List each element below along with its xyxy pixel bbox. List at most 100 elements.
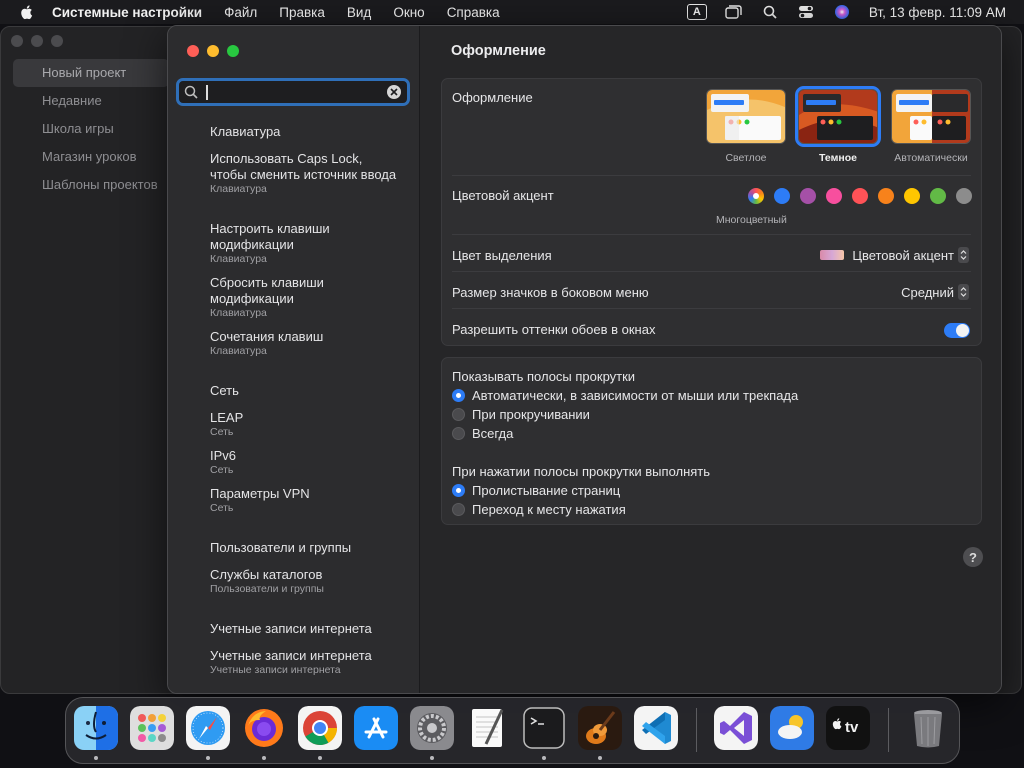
result-title: LEAP [210, 410, 244, 425]
garageband-icon[interactable] [578, 706, 622, 750]
minimize-button[interactable] [207, 45, 219, 57]
input-source-icon[interactable]: A [686, 4, 707, 20]
radio-button[interactable] [452, 503, 465, 516]
appearance-option-light[interactable]: Светлое [706, 89, 794, 164]
search-icon[interactable] [761, 3, 779, 21]
search-result-item[interactable]: Учетные записи интернета Учетные записи … [210, 648, 400, 677]
accent-blue-swatch[interactable] [774, 188, 790, 204]
search-result-item[interactable]: Настроить клавиши модификации Клавиатура [210, 221, 400, 266]
textedit-icon[interactable] [466, 706, 510, 750]
highlight-color-popup[interactable]: Цветовой акцент [820, 247, 969, 263]
search-field[interactable] [176, 78, 410, 106]
window-switcher-icon[interactable] [725, 3, 743, 21]
bg-close-button[interactable] [11, 35, 23, 47]
menu-help[interactable]: Справка [447, 5, 500, 20]
search-result-item[interactable]: Использовать Caps Lock, чтобы сменить ис… [210, 151, 400, 196]
menu-view[interactable]: Вид [347, 5, 371, 20]
bg-zoom-button[interactable] [51, 35, 63, 47]
accent-graphite-swatch[interactable] [956, 188, 972, 204]
window-controls [187, 45, 239, 57]
running-indicator [206, 756, 210, 760]
result-title: Сбросить клавиши модификации [210, 275, 324, 306]
click-scrollbar-option-page[interactable]: Пролистывание страниц [452, 483, 620, 498]
visual-studio-icon[interactable] [714, 706, 758, 750]
sidebar-icon-size-value: Средний [901, 284, 954, 300]
firefox-icon[interactable] [242, 706, 286, 750]
accent-yellow-swatch[interactable] [904, 188, 920, 204]
appearance-label: Оформление [452, 90, 533, 105]
highlight-color-swatch [820, 250, 845, 260]
accent-orange-swatch[interactable] [878, 188, 894, 204]
scrollbars-option-always[interactable]: Всегда [452, 426, 513, 441]
search-result-item[interactable]: Сбросить клавиши модификации Клавиатура [210, 275, 400, 320]
running-indicator [262, 756, 266, 760]
highlight-color-label: Цвет выделения [452, 248, 552, 263]
dock-separator [696, 708, 697, 752]
close-button[interactable] [187, 45, 199, 57]
help-button[interactable]: ? [963, 547, 983, 567]
result-subtitle: Клавиатура [210, 307, 267, 319]
weather-icon[interactable] [770, 706, 814, 750]
radio-button[interactable] [452, 484, 465, 497]
click-scrollbar-option-jump[interactable]: Переход к месту нажатия [452, 502, 626, 517]
siri-icon[interactable] [833, 3, 851, 21]
safari-icon[interactable] [186, 706, 230, 750]
appearance-option-dark[interactable]: Темное [795, 86, 886, 164]
menu-app-name[interactable]: Системные настройки [52, 5, 202, 20]
app-store-icon[interactable] [354, 706, 398, 750]
system-settings-icon[interactable] [410, 706, 454, 750]
search-result-item[interactable]: Службы каталогов Пользователи и группы [210, 567, 400, 596]
trash-icon[interactable] [906, 706, 950, 750]
zoom-button[interactable] [227, 45, 239, 57]
search-result-item[interactable]: IPv6 Сеть [210, 448, 400, 477]
bg-sidebar-item-lesson-store[interactable]: Магазин уроков [13, 143, 169, 171]
apple-icon[interactable] [18, 3, 36, 21]
running-indicator [430, 756, 434, 760]
result-title: Пользователи и группы [210, 540, 352, 555]
radio-button[interactable] [452, 408, 465, 421]
accent-green-swatch[interactable] [930, 188, 946, 204]
accent-pink-swatch[interactable] [826, 188, 842, 204]
appearance-option-auto[interactable]: Автоматически [891, 89, 979, 164]
search-result-item[interactable]: Клавиатура [210, 124, 400, 140]
menu-edit[interactable]: Правка [279, 5, 325, 20]
search-result-item[interactable]: Пользователи и группы [210, 540, 400, 556]
result-title: Клавиатура [210, 124, 281, 139]
menu-window[interactable]: Окно [393, 5, 424, 20]
search-result-item[interactable]: Параметры VPN Сеть [210, 486, 400, 515]
sidebar-icon-size-popup[interactable]: Средний [901, 284, 969, 300]
accent-purple-swatch[interactable] [800, 188, 816, 204]
clear-search-icon[interactable] [387, 85, 401, 99]
scrollbars-option-auto[interactable]: Автоматически, в зависимости от мыши или… [452, 388, 798, 403]
accent-red-swatch[interactable] [852, 188, 868, 204]
finder-icon[interactable] [74, 706, 118, 750]
launchpad-icon[interactable] [130, 706, 174, 750]
menubar-clock[interactable]: Вт, 13 февр. 11:09 AM [869, 5, 1006, 20]
search-result-item[interactable]: LEAP Сеть [210, 410, 400, 439]
menu-file[interactable]: Файл [224, 5, 257, 20]
vscode-icon[interactable] [634, 706, 678, 750]
apple-tv-icon[interactable]: tv [826, 706, 870, 750]
bg-sidebar-item-new-project[interactable]: Новый проект [13, 59, 169, 87]
show-scrollbars-label: Показывать полосы прокрутки [452, 369, 636, 384]
chrome-icon[interactable] [298, 706, 342, 750]
scrollbars-option-scrolling[interactable]: При прокручивании [452, 407, 590, 422]
bg-minimize-button[interactable] [31, 35, 43, 47]
bg-sidebar-item-school[interactable]: Школа игры [13, 115, 169, 143]
search-result-item[interactable]: Сочетания клавиш Клавиатура [210, 329, 400, 358]
radio-button[interactable] [452, 427, 465, 440]
search-input[interactable] [204, 84, 387, 100]
control-center-icon[interactable] [797, 3, 815, 21]
search-result-item[interactable]: Сеть [210, 383, 400, 399]
bg-sidebar-item-templates[interactable]: Шаблоны проектов [13, 171, 169, 199]
accent-color-label: Цветовой акцент [452, 188, 554, 203]
terminal-icon[interactable] [522, 706, 566, 750]
toggle-knob [956, 324, 969, 337]
running-indicator [542, 756, 546, 760]
search-result-item[interactable]: Учетные записи интернета [210, 621, 400, 637]
accent-multicolor-swatch[interactable] [748, 188, 764, 204]
bg-sidebar-item-recent[interactable]: Недавние [13, 87, 169, 115]
radio-button[interactable] [452, 389, 465, 402]
wallpaper-tinting-toggle[interactable] [944, 323, 970, 338]
click-scrollbar-label: При нажатии полосы прокрутки выполнять [452, 464, 711, 479]
